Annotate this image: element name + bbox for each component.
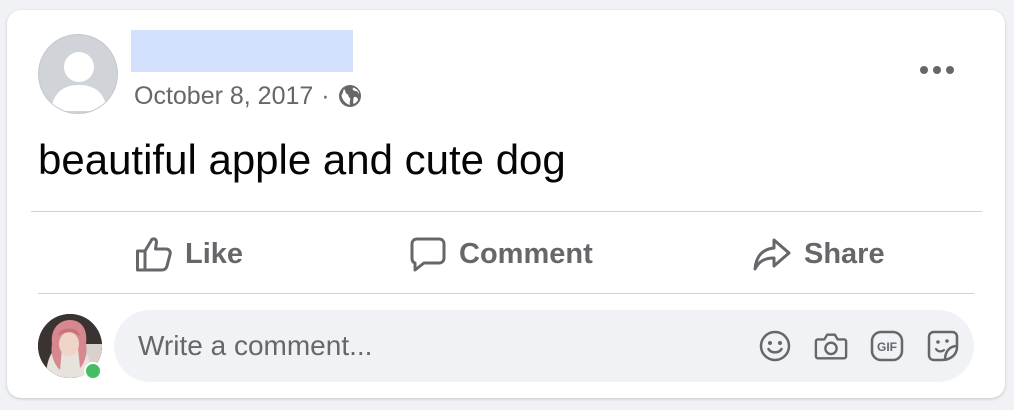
divider-bottom [38,293,974,294]
comment-label: Comment [459,237,593,270]
comment-composer[interactable]: GIF [114,310,974,382]
globe-icon[interactable] [338,84,362,108]
gif-icon[interactable]: GIF [870,329,904,363]
share-arrow-icon [753,238,791,271]
share-button[interactable]: Share [752,230,885,278]
post-meta: October 8, 2017 · [134,81,362,111]
default-profile-icon [51,52,107,111]
current-user-avatar[interactable] [38,314,102,380]
like-label: Like [185,237,244,270]
online-status-dot [84,362,102,380]
gif-label: GIF [877,340,897,354]
post-date[interactable]: October 8, 2017 [134,82,313,111]
thumbs-up-icon [136,237,172,272]
sticker-icon[interactable] [926,329,960,363]
emoji-icon[interactable] [758,329,792,363]
camera-icon[interactable] [814,329,848,363]
author-avatar[interactable] [38,34,118,114]
meta-separator: · [321,81,330,110]
share-label: Share [804,237,885,270]
more-dots-icon [920,66,954,74]
comment-bubble-icon [410,237,446,272]
author-name-redacted[interactable] [131,30,353,72]
post-text: beautiful apple and cute dog [38,136,566,183]
more-options-button[interactable] [911,52,963,88]
comment-button[interactable]: Comment [409,230,593,278]
divider-top [31,211,982,212]
post-card: October 8, 2017 · beautiful apple and cu… [7,10,1005,398]
like-button[interactable]: Like [135,230,243,278]
comment-input[interactable] [138,310,718,382]
